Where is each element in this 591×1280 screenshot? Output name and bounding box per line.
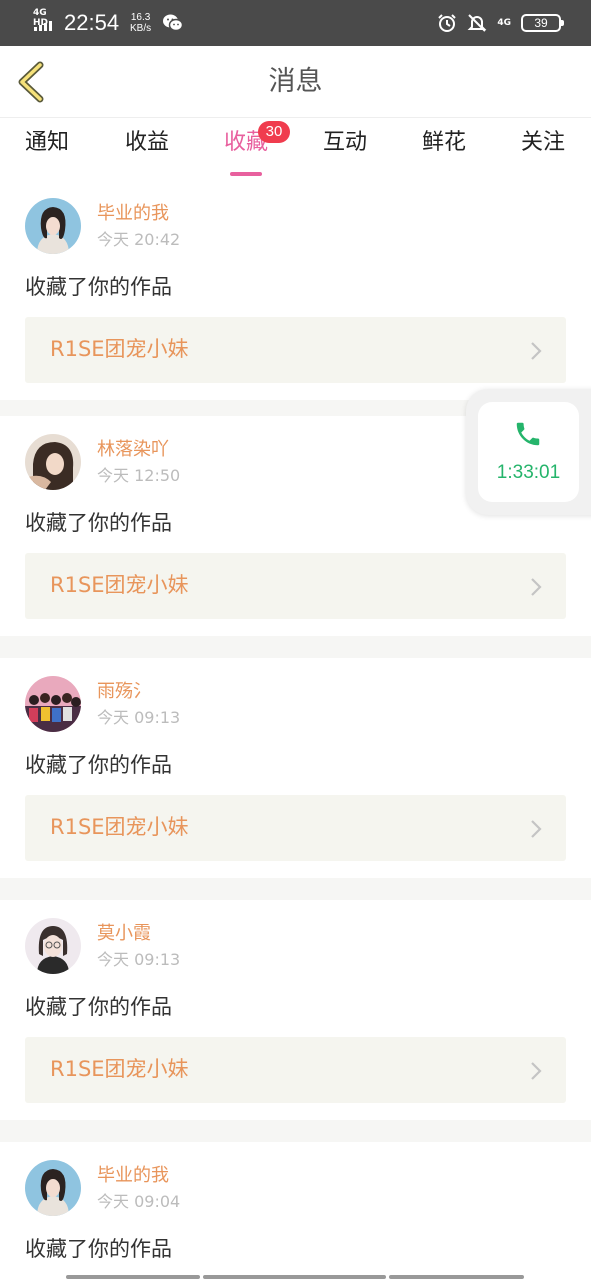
work-title: R1SE团宠小妹 xyxy=(50,815,189,839)
call-card[interactable]: 1:33:01 xyxy=(478,402,579,502)
alarm-icon xyxy=(438,14,457,32)
tab-label: 收益 xyxy=(124,130,169,155)
status-bar: 4G HD 22:54 16.3 KB/s 4G 39 xyxy=(0,0,591,46)
chevron-right-icon xyxy=(531,342,542,360)
network-speed: 16.3 KB/s xyxy=(130,12,151,34)
call-duration: 1:33:01 xyxy=(496,462,561,483)
tab-interactions[interactable]: 互动 xyxy=(305,128,385,158)
tab-flowers[interactable]: 鲜花 xyxy=(404,128,484,158)
tab-bar: 通知 收益 收藏 30 互动 鲜花 关注 xyxy=(0,118,591,180)
speed-unit: KB/s xyxy=(130,23,152,34)
avatar[interactable] xyxy=(25,918,81,974)
gesture-bar[interactable] xyxy=(66,1275,524,1279)
action-text: 收藏了你的作品 xyxy=(25,1237,172,1261)
header-bar: 消息 xyxy=(0,46,591,118)
tab-favorites[interactable]: 收藏 30 xyxy=(206,121,290,176)
user-name[interactable]: 毕业的我 xyxy=(97,1164,169,1188)
list-item: 雨殇氵 今天 09:13 收藏了你的作品 R1SE团宠小妹 xyxy=(0,658,591,878)
phone-icon xyxy=(516,422,540,446)
wechat-icon xyxy=(163,14,184,32)
list-item: 莫小霞 今天 09:13 收藏了你的作品 R1SE团宠小妹 xyxy=(0,900,591,1120)
user-name[interactable]: 雨殇氵 xyxy=(97,680,151,704)
chevron-right-icon xyxy=(531,820,542,838)
avatar[interactable] xyxy=(25,198,81,254)
user-name[interactable]: 毕业的我 xyxy=(97,202,169,226)
timestamp: 今天 09:13 xyxy=(97,708,181,727)
tab-earnings[interactable]: 收益 xyxy=(107,128,187,158)
list-item: 毕业的我 今天 09:04 收藏了你的作品 xyxy=(0,1142,591,1280)
user-name[interactable]: 林落染吖 xyxy=(97,438,169,462)
avatar[interactable] xyxy=(25,676,81,732)
chevron-right-icon xyxy=(531,1062,542,1080)
work-link[interactable]: R1SE团宠小妹 xyxy=(25,795,566,861)
tab-label: 互动 xyxy=(322,130,367,155)
user-name[interactable]: 莫小霞 xyxy=(97,922,151,946)
work-link[interactable]: R1SE团宠小妹 xyxy=(25,1037,566,1103)
tab-notifications[interactable]: 通知 xyxy=(7,128,87,158)
list-item: 毕业的我 今天 20:42 收藏了你的作品 R1SE团宠小妹 xyxy=(0,180,591,400)
tab-label: 鲜花 xyxy=(421,130,466,155)
avatar[interactable] xyxy=(25,1160,81,1216)
work-title: R1SE团宠小妹 xyxy=(50,1057,189,1081)
timestamp: 今天 12:50 xyxy=(97,466,181,485)
work-link[interactable]: R1SE团宠小妹 xyxy=(25,317,566,383)
action-text: 收藏了你的作品 xyxy=(25,511,172,535)
work-title: R1SE团宠小妹 xyxy=(50,337,189,361)
timestamp: 今天 09:13 xyxy=(97,950,181,969)
active-tab-indicator xyxy=(230,172,262,176)
work-title: R1SE团宠小妹 xyxy=(50,573,189,597)
network-4g: 4G xyxy=(497,17,511,28)
page-title: 消息 xyxy=(268,66,323,97)
timestamp: 今天 09:04 xyxy=(97,1192,181,1211)
battery-icon: 39 xyxy=(521,14,564,32)
signal-icon: 4G HD xyxy=(32,8,58,33)
tab-following[interactable]: 关注 xyxy=(503,128,583,158)
tab-label: 通知 xyxy=(24,130,69,155)
mute-bell-icon xyxy=(467,14,487,32)
battery-level: 39 xyxy=(534,16,548,30)
chevron-right-icon xyxy=(531,578,542,596)
action-text: 收藏了你的作品 xyxy=(25,995,172,1019)
action-text: 收藏了你的作品 xyxy=(25,275,172,299)
clock: 22:54 xyxy=(64,10,120,35)
network-4g-label: 4G xyxy=(497,17,511,28)
unread-badge: 30 xyxy=(258,121,290,143)
tab-label: 关注 xyxy=(520,130,565,155)
work-link[interactable]: R1SE团宠小妹 xyxy=(25,553,566,619)
speed-value: 16.3 xyxy=(130,12,151,23)
action-text: 收藏了你的作品 xyxy=(25,753,172,777)
timestamp: 今天 20:42 xyxy=(97,230,181,249)
floating-call-widget[interactable]: 1:33:01 xyxy=(466,389,591,515)
avatar[interactable] xyxy=(25,434,81,490)
